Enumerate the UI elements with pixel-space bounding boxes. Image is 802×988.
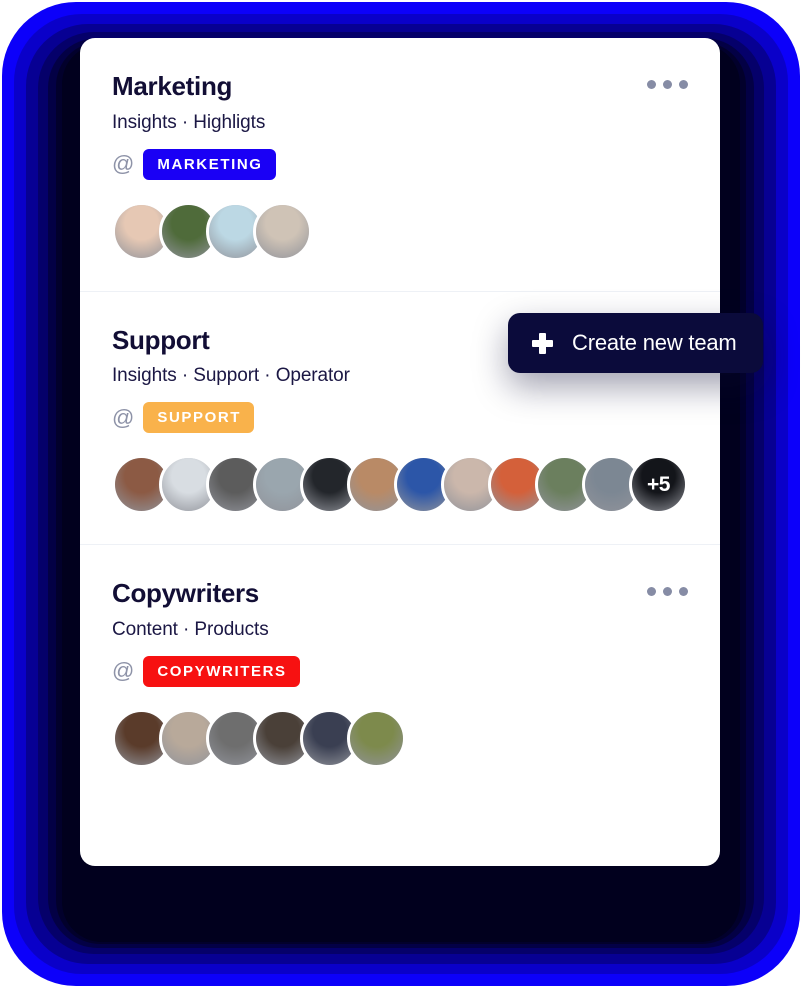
member-avatar-group: +5 bbox=[112, 455, 688, 515]
screenshot-stage: Marketing Insights · Highligts @ MARKETING S… bbox=[0, 0, 802, 988]
team-section: Marketing Insights · Highligts @ MARKETING bbox=[80, 38, 720, 291]
plus-icon bbox=[532, 332, 553, 354]
avatar[interactable] bbox=[347, 708, 406, 768]
team-handle-row: @ COPYWRITERS bbox=[112, 655, 688, 687]
create-new-team-button[interactable]: Create new team bbox=[508, 313, 763, 373]
teams-card: Marketing Insights · Highligts @ MARKETING S… bbox=[80, 38, 720, 866]
at-icon: @ bbox=[112, 151, 135, 177]
team-handle-badge[interactable]: MARKETING bbox=[143, 148, 276, 180]
team-subtitle: Insights · Highligts bbox=[112, 111, 266, 133]
team-header: Copywriters bbox=[112, 579, 688, 608]
team-subtitle: Content · Products bbox=[112, 618, 269, 640]
avatar-photo bbox=[256, 204, 309, 258]
avatar-overflow[interactable]: +5 bbox=[629, 455, 688, 515]
team-handle-badge[interactable]: COPYWRITERS bbox=[143, 655, 300, 687]
create-new-team-label: Create new team bbox=[572, 330, 737, 355]
avatar-overflow-label: +5 bbox=[647, 472, 670, 496]
team-section: Copywriters Content · Products @ COPYWRITER… bbox=[80, 544, 720, 798]
ellipsis-icon[interactable] bbox=[647, 72, 688, 89]
ellipsis-icon[interactable] bbox=[647, 579, 688, 597]
at-icon: @ bbox=[112, 404, 135, 430]
at-icon: @ bbox=[112, 658, 135, 684]
member-avatar-group bbox=[112, 708, 688, 768]
team-name: Support bbox=[112, 324, 210, 355]
avatar[interactable] bbox=[253, 201, 312, 261]
team-handle-badge[interactable]: SUPPORT bbox=[143, 402, 255, 434]
team-name: Marketing bbox=[112, 71, 233, 101]
team-header: Marketing bbox=[112, 72, 688, 101]
avatar-photo bbox=[350, 711, 403, 765]
member-avatar-group bbox=[112, 201, 688, 261]
team-name: Copywriters bbox=[112, 578, 259, 609]
team-handle-row: @ SUPPORT bbox=[112, 402, 688, 434]
team-handle-row: @ MARKETING bbox=[112, 148, 688, 180]
